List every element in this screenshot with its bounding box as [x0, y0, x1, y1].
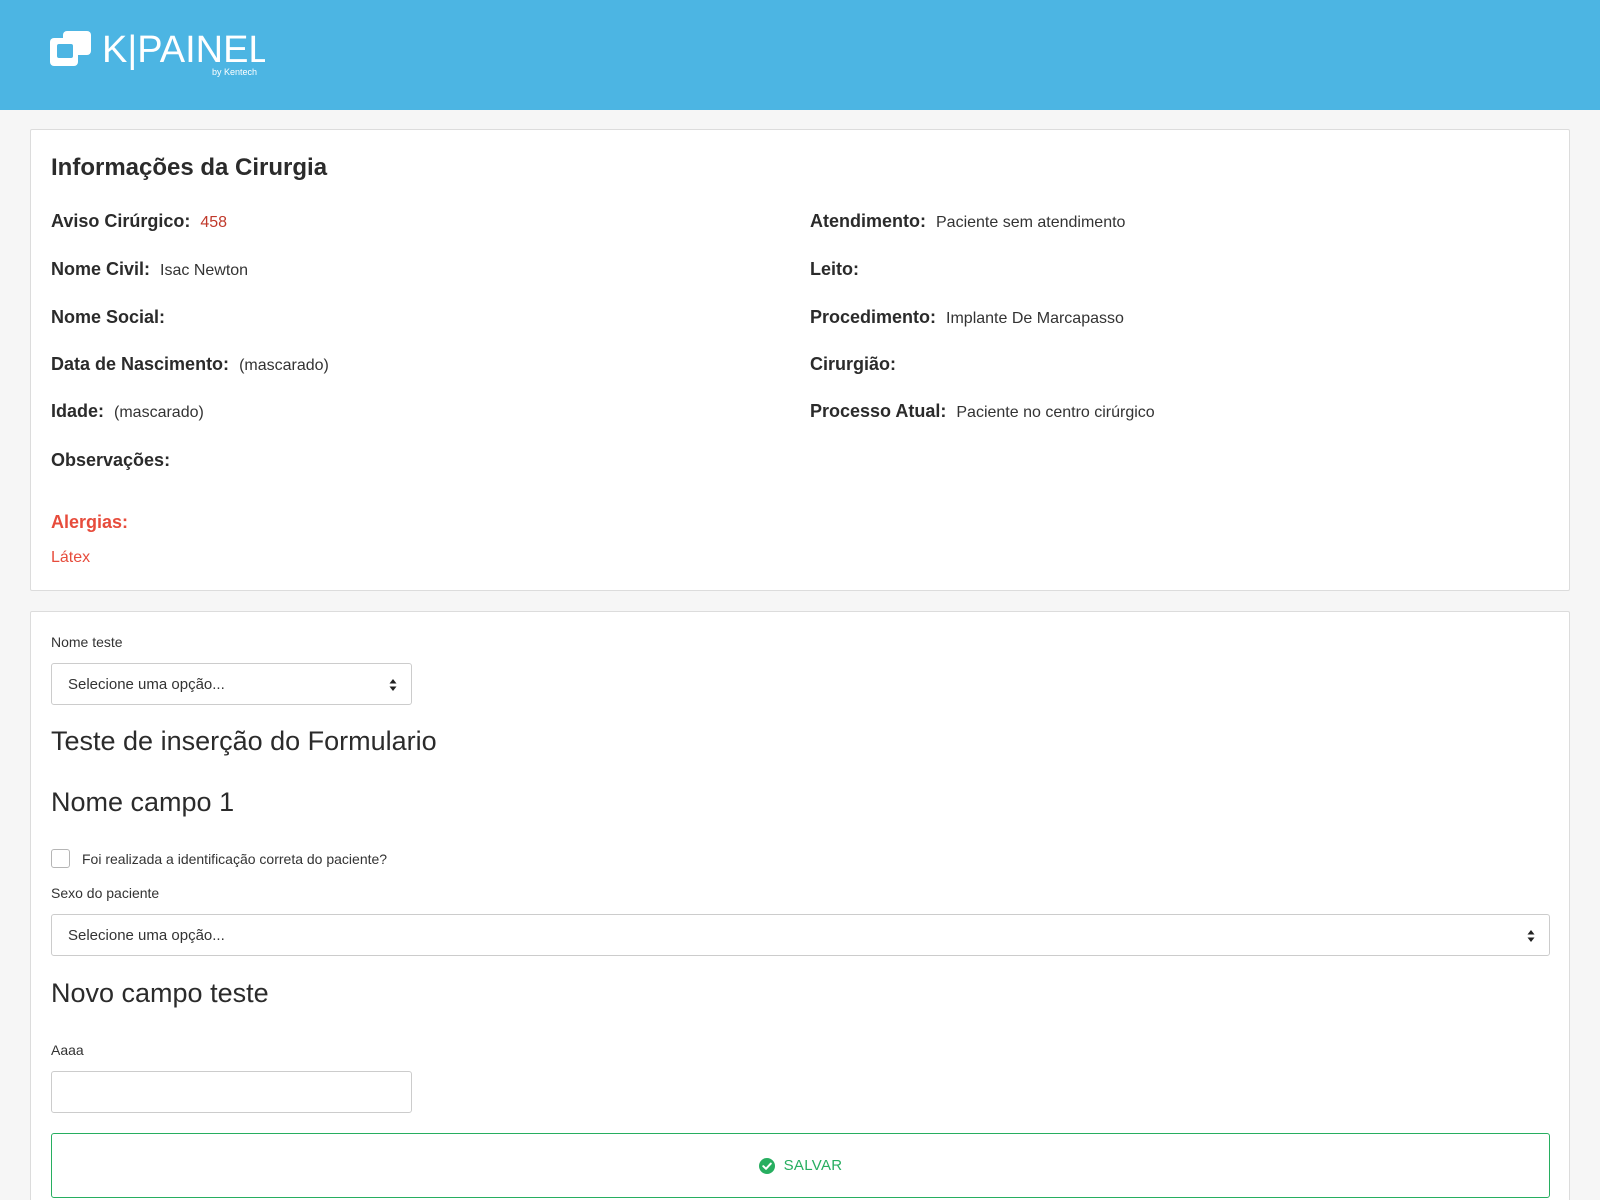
info-observacoes: Observações:: [51, 450, 180, 471]
info-processo-atual: Processo Atual: Paciente no centro cirúr…: [810, 401, 1155, 422]
aaaa-input[interactable]: [51, 1071, 412, 1113]
svg-text:by Kentech: by Kentech: [212, 67, 257, 77]
form-card: Nome teste Selecione uma opção... Teste …: [30, 611, 1570, 1200]
info-label: Observações:: [51, 450, 171, 470]
save-button-label: SALVAR: [783, 1157, 843, 1174]
allergy-item: Látex: [51, 549, 91, 566]
novo-campo-title: Novo campo teste: [51, 978, 269, 1008]
info-leito: Leito:: [810, 259, 869, 280]
info-label: Cirurgião:: [810, 354, 897, 374]
select-value: Selecione uma opção...: [68, 926, 225, 944]
sexo-select[interactable]: Selecione uma opção...: [51, 914, 1550, 956]
info-procedimento: Procedimento: Implante De Marcapasso: [810, 307, 1124, 328]
campo1-title: Nome campo 1: [51, 787, 235, 817]
info-data-nascimento: Data de Nascimento: (mascarado): [51, 354, 329, 375]
allergies-title: Alergias:: [51, 512, 129, 532]
nome-teste-select[interactable]: Selecione uma opção...: [51, 663, 412, 705]
info-value: (mascarado): [239, 357, 329, 374]
info-label: Processo Atual:: [810, 401, 947, 421]
info-label: Aviso Cirúrgico:: [51, 211, 191, 231]
info-label: Nome Social:: [51, 307, 166, 327]
info-label: Nome Civil:: [51, 259, 151, 279]
info-nome-social: Nome Social:: [51, 307, 175, 328]
identificacao-checkbox[interactable]: [51, 849, 70, 868]
info-idade: Idade: (mascarado): [51, 401, 204, 422]
checkbox-label[interactable]: Foi realizada a identificação correta do…: [82, 851, 387, 867]
nome-teste-label: Nome teste: [51, 634, 123, 650]
app-header: K|PAINEL by Kentech: [0, 0, 1600, 110]
info-nome-civil: Nome Civil: Isac Newton: [51, 259, 248, 280]
sort-arrows-icon: [389, 679, 397, 691]
info-value: Implante De Marcapasso: [946, 310, 1124, 327]
info-aviso: Aviso Cirúrgico: 458: [51, 211, 227, 232]
save-button[interactable]: SALVAR: [51, 1133, 1550, 1198]
info-label: Data de Nascimento:: [51, 354, 230, 374]
info-label: Atendimento:: [810, 211, 926, 231]
info-label: Leito:: [810, 259, 859, 279]
info-label: Procedimento:: [810, 307, 937, 327]
info-label: Idade:: [51, 401, 105, 421]
info-value: Paciente no centro cirúrgico: [956, 404, 1155, 421]
sort-arrows-icon: [1527, 930, 1535, 942]
info-atendimento: Atendimento: Paciente sem atendimento: [810, 211, 1125, 232]
info-value: Isac Newton: [160, 262, 249, 279]
svg-text:K|PAINEL: K|PAINEL: [102, 29, 265, 71]
kpainel-logo[interactable]: K|PAINEL by Kentech: [50, 28, 265, 78]
surgery-info-title: Informações da Cirurgia: [51, 154, 328, 181]
form-section-title: Teste de inserção do Formulario: [51, 726, 437, 756]
identificacao-checkbox-row[interactable]: Foi realizada a identificação correta do…: [51, 849, 387, 868]
check-circle-icon: [758, 1157, 775, 1174]
select-value: Selecione uma opção...: [68, 675, 225, 693]
sexo-label: Sexo do paciente: [51, 885, 160, 901]
info-value: 458: [200, 214, 228, 231]
info-value: Paciente sem atendimento: [936, 214, 1126, 231]
info-value: (mascarado): [114, 404, 204, 421]
aaaa-label: Aaaa: [51, 1042, 84, 1058]
surgery-info-card: Informações da Cirurgia Aviso Cirúrgico:…: [30, 129, 1570, 591]
info-cirurgiao: Cirurgião:: [810, 354, 906, 375]
